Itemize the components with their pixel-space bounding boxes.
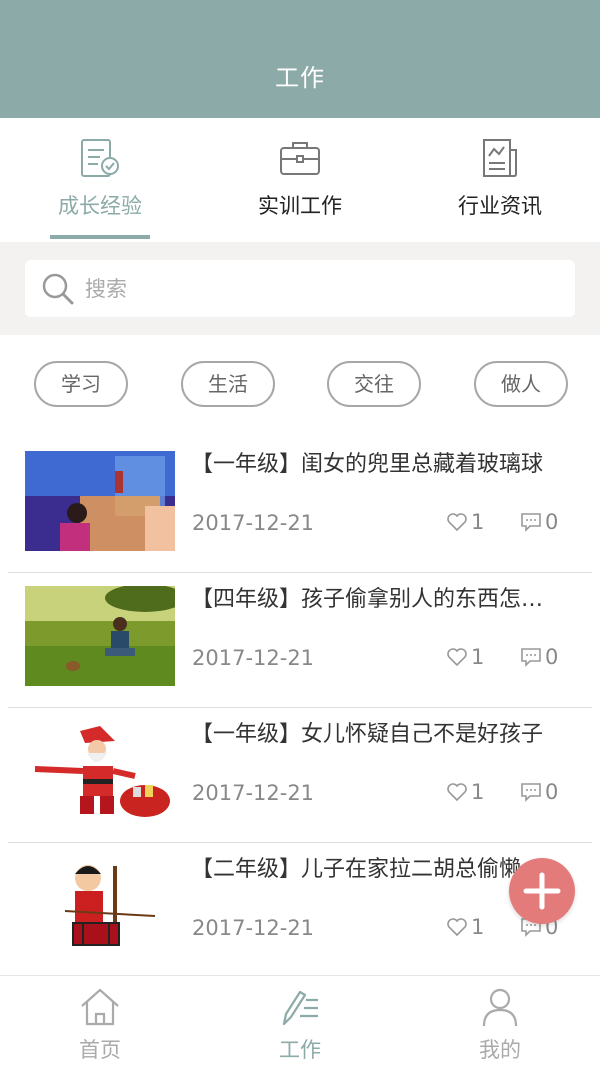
heart-icon bbox=[447, 513, 467, 532]
article-date: 2017-12-21 bbox=[192, 916, 315, 940]
article-title: 【四年级】孩子偷拿别人的东西怎么办 bbox=[191, 587, 551, 612]
article-title: 【一年级】女儿怀疑自己不是好孩子 bbox=[191, 722, 544, 747]
tab-training-work[interactable]: 实训工作 bbox=[200, 118, 400, 242]
filter-chip-study[interactable]: 学习 bbox=[34, 361, 128, 407]
like-count[interactable]: 1 bbox=[446, 510, 484, 534]
like-count-value: 1 bbox=[471, 780, 485, 804]
heart-icon bbox=[447, 648, 467, 667]
tab-industry-news[interactable]: 行业资讯 bbox=[400, 118, 600, 242]
search-icon bbox=[42, 273, 74, 305]
comment-count-value: 0 bbox=[545, 780, 559, 804]
list-item[interactable]: 【一年级】闺女的兜里总藏着玻璃球 2017-12-21 1 0 bbox=[8, 438, 592, 573]
add-post-button[interactable] bbox=[509, 858, 575, 924]
article-title: 【二年级】儿子在家拉二胡总偷懒 bbox=[191, 857, 522, 882]
comment-icon bbox=[521, 513, 541, 532]
like-count[interactable]: 1 bbox=[446, 915, 484, 939]
article-title: 【一年级】闺女的兜里总藏着玻璃球 bbox=[191, 452, 544, 477]
list-item[interactable]: 【一年级】女儿怀疑自己不是好孩子 2017-12-21 1 0 bbox=[8, 708, 592, 843]
tab-label: 行业资讯 bbox=[458, 194, 542, 218]
nav-home[interactable]: 首页 bbox=[0, 976, 200, 1068]
article-date: 2017-12-21 bbox=[192, 646, 315, 670]
heart-icon bbox=[447, 783, 467, 802]
user-icon bbox=[482, 988, 518, 1027]
search-input[interactable] bbox=[83, 270, 557, 308]
tab-label: 实训工作 bbox=[258, 194, 342, 218]
article-thumbnail bbox=[25, 856, 175, 956]
page-title: 工作 bbox=[275, 64, 325, 92]
comment-count[interactable]: 0 bbox=[520, 510, 558, 534]
pen-list-icon bbox=[282, 990, 318, 1026]
article-date: 2017-12-21 bbox=[192, 511, 315, 535]
search-box[interactable] bbox=[25, 260, 575, 317]
app-header: 工作 bbox=[0, 0, 600, 118]
home-icon bbox=[81, 988, 119, 1026]
tab-growth-experience[interactable]: 成长经验 bbox=[0, 118, 200, 242]
like-count-value: 1 bbox=[471, 510, 485, 534]
search-bar-area bbox=[0, 242, 600, 335]
tab-label: 成长经验 bbox=[58, 194, 142, 218]
category-tabs: 成长经验 实训工作 行业资讯 bbox=[0, 118, 600, 242]
like-count[interactable]: 1 bbox=[446, 645, 484, 669]
nav-label: 我的 bbox=[479, 1038, 521, 1062]
like-count-value: 1 bbox=[471, 915, 485, 939]
nav-work[interactable]: 工作 bbox=[200, 976, 400, 1068]
comment-icon bbox=[521, 648, 541, 667]
like-count[interactable]: 1 bbox=[446, 780, 484, 804]
plus-icon bbox=[523, 872, 561, 910]
news-icon bbox=[483, 139, 517, 177]
comment-count-value: 0 bbox=[545, 645, 559, 669]
article-date: 2017-12-21 bbox=[192, 781, 315, 805]
nav-label: 首页 bbox=[79, 1038, 121, 1062]
article-thumbnail bbox=[25, 451, 175, 551]
bottom-navigation: 首页 工作 我的 bbox=[0, 975, 600, 1068]
heart-icon bbox=[447, 918, 467, 937]
filter-chip-social[interactable]: 交往 bbox=[327, 361, 421, 407]
filter-chip-life[interactable]: 生活 bbox=[181, 361, 275, 407]
list-item[interactable]: 【四年级】孩子偷拿别人的东西怎么办 2017-12-21 1 0 bbox=[8, 573, 592, 708]
list-item[interactable]: 【二年级】儿子在家拉二胡总偷懒 2017-12-21 1 0 bbox=[8, 843, 592, 978]
active-tab-indicator bbox=[50, 235, 150, 239]
article-thumbnail bbox=[25, 586, 175, 686]
comment-count[interactable]: 0 bbox=[520, 780, 558, 804]
nav-label: 工作 bbox=[279, 1038, 321, 1062]
comment-count[interactable]: 0 bbox=[520, 645, 558, 669]
briefcase-icon bbox=[280, 142, 320, 175]
like-count-value: 1 bbox=[471, 645, 485, 669]
comment-count-value: 0 bbox=[545, 510, 559, 534]
nav-profile[interactable]: 我的 bbox=[400, 976, 600, 1068]
document-check-icon bbox=[81, 139, 119, 177]
article-thumbnail bbox=[25, 721, 175, 821]
filter-chip-behavior[interactable]: 做人 bbox=[474, 361, 568, 407]
comment-icon bbox=[521, 783, 541, 802]
